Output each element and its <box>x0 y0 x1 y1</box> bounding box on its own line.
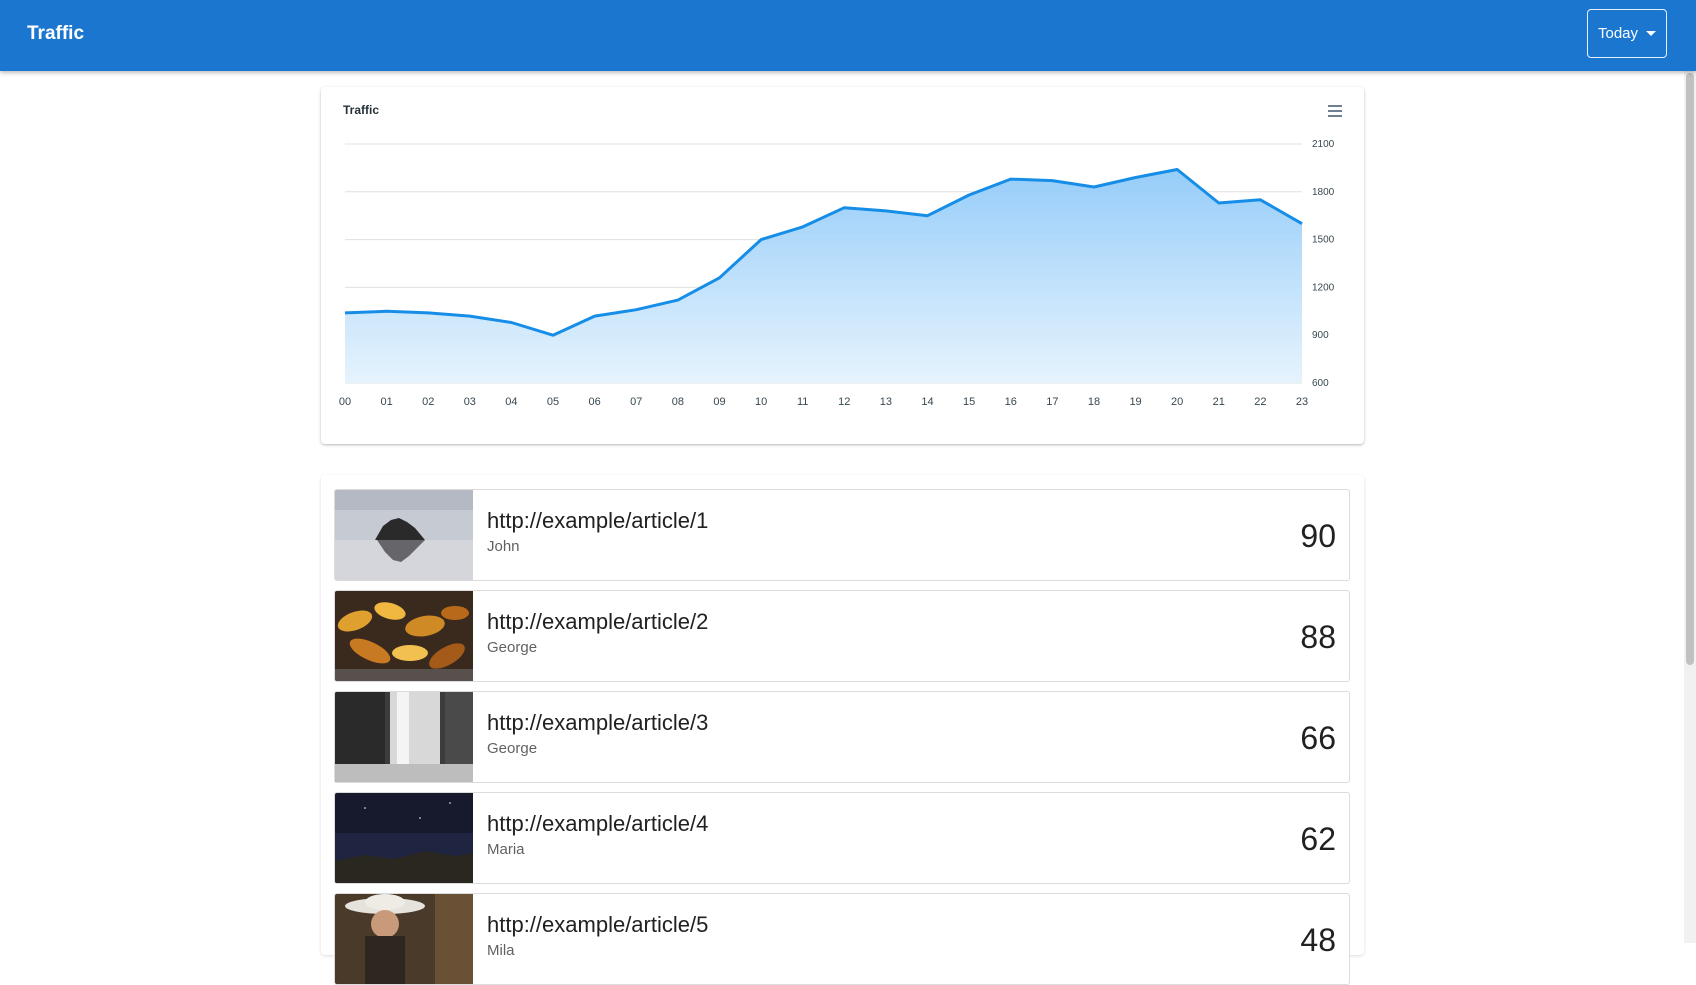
article-thumbnail <box>335 894 473 984</box>
x-tick-label: 03 <box>464 396 476 408</box>
y-tick-label: 2100 <box>1312 139 1335 150</box>
x-tick-label: 01 <box>380 396 392 408</box>
article-thumbnail <box>335 692 473 782</box>
y-tick-label: 1200 <box>1312 282 1335 293</box>
caret-down-icon <box>1646 31 1657 36</box>
page-scrollbar[interactable] <box>1684 71 1696 943</box>
chart-title: Traffic <box>343 103 380 117</box>
x-tick-label: 05 <box>547 396 559 408</box>
x-tick-label: 13 <box>880 396 892 408</box>
article-thumbnail <box>335 490 473 580</box>
list-item-article-4[interactable]: http://example/article/4 Maria 62 <box>334 792 1350 884</box>
article-url: http://example/article/5 <box>487 912 709 937</box>
x-tick-label: 19 <box>1129 396 1141 408</box>
article-view-count: 90 <box>1300 518 1336 554</box>
article-view-count: 48 <box>1300 922 1336 958</box>
x-tick-label: 11 <box>797 396 808 408</box>
period-dropdown-label: Today <box>1597 25 1639 42</box>
scrollbar-thumb[interactable] <box>1686 73 1694 665</box>
waterfall-image <box>335 692 473 782</box>
article-author: Mila <box>487 942 515 959</box>
woman-with-hat-image <box>335 894 473 984</box>
period-dropdown-button[interactable]: Today <box>1587 9 1667 58</box>
x-tick-label: 12 <box>838 396 850 408</box>
list-item-article-5[interactable]: http://example/article/5 Mila 48 <box>334 893 1350 985</box>
article-list: http://example/article/1 John 90 http://… <box>321 475 1364 985</box>
traffic-chart-card: 600 900 1200 1500 1800 2100 00 01 02 03 04 05 06 07 0… <box>321 87 1364 444</box>
x-tick-label: 22 <box>1254 396 1266 408</box>
traffic-area-fill <box>345 169 1302 383</box>
article-author: Maria <box>487 841 525 858</box>
x-tick-label: 14 <box>921 396 933 408</box>
hamburger-menu-icon[interactable] <box>1326 103 1344 119</box>
list-item-article-3[interactable]: http://example/article/3 George 66 <box>334 691 1350 783</box>
traffic-chart: 600 900 1200 1500 1800 2100 00 01 02 03 04 05 06 07 0… <box>339 139 1335 408</box>
x-tick-label: 07 <box>630 396 642 408</box>
article-url: http://example/article/4 <box>487 811 709 836</box>
x-tick-label: 00 <box>339 396 351 408</box>
article-url: http://example/article/3 <box>487 710 709 735</box>
list-item-article-1[interactable]: http://example/article/1 John 90 <box>334 489 1350 581</box>
x-tick-label: 10 <box>755 396 767 408</box>
y-tick-label: 1800 <box>1312 187 1335 198</box>
article-view-count: 88 <box>1300 619 1336 655</box>
article-view-count: 62 <box>1300 821 1336 857</box>
article-url: http://example/article/2 <box>487 609 709 634</box>
x-tick-label: 20 <box>1171 396 1183 408</box>
x-tick-label: 16 <box>1005 396 1017 408</box>
autumn-leaves-image <box>335 591 473 681</box>
x-tick-label: 17 <box>1046 396 1058 408</box>
app-title: Traffic <box>27 23 85 44</box>
x-tick-label: 15 <box>963 396 975 408</box>
article-url: http://example/article/1 <box>487 508 709 533</box>
x-tick-label: 09 <box>713 396 725 408</box>
y-tick-label: 600 <box>1312 378 1329 389</box>
article-thumbnail <box>335 591 473 681</box>
x-tick-label: 21 <box>1213 396 1225 408</box>
x-tick-label: 02 <box>422 396 434 408</box>
x-tick-label: 08 <box>672 396 684 408</box>
x-tick-label: 04 <box>505 396 517 408</box>
x-tick-label: 23 <box>1296 396 1308 408</box>
article-author: George <box>487 740 538 757</box>
x-tick-label: 18 <box>1088 396 1100 408</box>
article-author: George <box>487 639 538 656</box>
y-tick-label: 900 <box>1312 330 1329 341</box>
article-author: John <box>487 538 520 555</box>
night-sky-image <box>335 793 473 883</box>
y-tick-label: 1500 <box>1312 235 1335 246</box>
app-bar: Traffic Today <box>0 0 1696 71</box>
article-view-count: 66 <box>1300 720 1336 756</box>
article-thumbnail <box>335 793 473 883</box>
x-tick-label: 06 <box>589 396 601 408</box>
rock-island-image <box>335 490 473 580</box>
list-item-article-2[interactable]: http://example/article/2 George 88 <box>334 590 1350 682</box>
